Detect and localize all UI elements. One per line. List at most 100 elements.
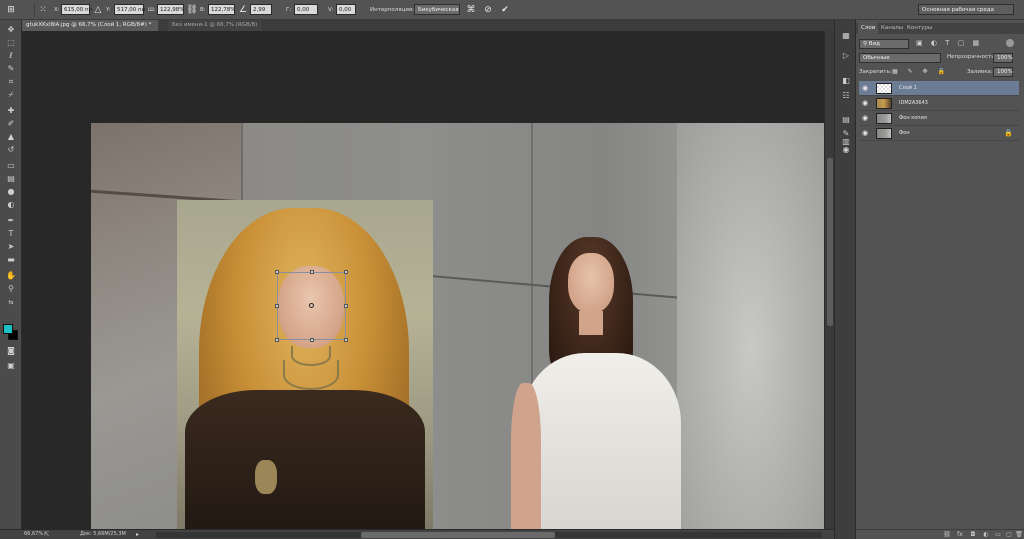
marquee-icon[interactable]: ⬚: [3, 37, 19, 49]
tab-channels[interactable]: Каналы: [878, 23, 906, 34]
fill-input[interactable]: 100%: [993, 67, 1013, 77]
woman-in-white-dress: [511, 233, 681, 529]
type-icon[interactable]: T: [3, 228, 19, 240]
canvas-area[interactable]: [22, 31, 824, 529]
layer-name[interactable]: IDM2A3643: [899, 96, 928, 111]
opacity-label: Непрозрачность:: [947, 54, 997, 60]
add-mask-icon[interactable]: ◘: [968, 531, 978, 538]
check-icon[interactable]: ✔: [498, 3, 512, 17]
shape-icon[interactable]: ▬: [3, 254, 19, 266]
export-icon[interactable]: ⇱: [44, 530, 49, 539]
tab-document-1[interactable]: gtukXKxI8iA.jpg @ 66,7% (Слой 1, RGB/8#)…: [22, 20, 158, 31]
reference-point-icon[interactable]: ⁙: [36, 3, 50, 17]
vertical-scroll-thumb[interactable]: [827, 158, 833, 326]
transform-handle[interactable]: [310, 270, 314, 274]
blend-mode-select[interactable]: Обычные: [859, 53, 941, 63]
brush-icon[interactable]: ✐: [3, 118, 19, 130]
blur-icon[interactable]: ●: [3, 186, 19, 198]
dark-blouse: [185, 390, 425, 529]
eye-icon[interactable]: ◉: [862, 84, 870, 92]
quick-mask-icon[interactable]: ◙: [3, 345, 19, 357]
screen-mode-icon[interactable]: ▣: [3, 360, 19, 372]
move-icon[interactable]: ✥: [3, 24, 19, 36]
filter-kind-select[interactable]: ⚲ Вид: [859, 39, 909, 49]
adjustment-layer-icon[interactable]: ◐: [981, 531, 991, 538]
quick-select-icon[interactable]: ✎: [3, 63, 19, 75]
vertical-scrollbar[interactable]: [824, 31, 834, 529]
eyedropper-icon[interactable]: ⌿: [3, 89, 19, 101]
y-input[interactable]: 517,00 пи: [114, 4, 145, 15]
eye-icon[interactable]: ◉: [862, 129, 870, 137]
workspace-select[interactable]: Основная рабочая среда: [918, 4, 1014, 15]
properties-panel-icon[interactable]: ☷: [839, 90, 853, 102]
stamp-icon[interactable]: ▲: [3, 131, 19, 143]
transform-handle[interactable]: [344, 304, 348, 308]
pen-icon[interactable]: ✒: [3, 215, 19, 227]
new-group-icon[interactable]: ▭: [993, 531, 1003, 538]
healing-icon[interactable]: ✚: [3, 105, 19, 117]
hand-icon[interactable]: ✋: [3, 270, 19, 282]
transform-handle[interactable]: [310, 338, 314, 342]
zoom-icon[interactable]: ⚲: [3, 283, 19, 295]
foreground-color-swatch[interactable]: [3, 324, 13, 334]
eraser-icon[interactable]: ▭: [3, 160, 19, 172]
transform-handle[interactable]: [275, 270, 279, 274]
layer-row[interactable]: ◉ IDM2A3643: [859, 96, 1019, 111]
character-panel-icon[interactable]: ◉: [839, 144, 853, 156]
lock-icons[interactable]: ▦ ✎ ✥ 🔒: [892, 68, 949, 75]
lasso-icon[interactable]: ℓ: [3, 50, 19, 62]
delete-layer-icon[interactable]: 🗑: [1014, 531, 1024, 538]
tab-document-2[interactable]: Без имени-1 @ 66,7% (RGB/8): [168, 20, 262, 31]
new-layer-icon[interactable]: ▢: [1004, 531, 1014, 538]
layer-name[interactable]: Слой 1: [899, 81, 917, 96]
gradient-icon[interactable]: ▤: [3, 173, 19, 185]
layer-name[interactable]: Фон: [899, 126, 910, 141]
warp-mode-icon[interactable]: ⌘: [464, 3, 478, 17]
filter-icons[interactable]: ▣ ◐ T ▢ ▦: [916, 39, 982, 47]
layer-name[interactable]: Фон копия: [899, 111, 927, 126]
zoom-level[interactable]: 66,67%: [24, 530, 43, 539]
angle-input[interactable]: 2,99: [250, 4, 272, 15]
link-layers-icon[interactable]: ⛓: [942, 531, 952, 538]
reference-point[interactable]: [309, 303, 314, 308]
eye-icon[interactable]: ◉: [862, 99, 870, 107]
adjustments-panel-icon[interactable]: ◧: [839, 75, 853, 87]
layer-row[interactable]: ◉ Фон копия: [859, 111, 1019, 126]
x-input[interactable]: 615,00 пи: [61, 4, 92, 15]
crop-icon[interactable]: ⌗: [3, 76, 19, 88]
history-panel-icon[interactable]: ▦: [839, 30, 853, 42]
tab-layers[interactable]: Слои: [858, 23, 879, 34]
horizontal-scroll-thumb[interactable]: [361, 532, 555, 538]
width-input[interactable]: 122,98%: [157, 4, 184, 15]
link-icon[interactable]: ⛓: [185, 3, 199, 17]
path-select-icon[interactable]: ➤: [3, 241, 19, 253]
interpolation-select[interactable]: Бикубическая: [414, 4, 460, 15]
height-input[interactable]: 122,78%: [208, 4, 235, 15]
cancel-icon[interactable]: ⊘: [481, 3, 495, 17]
layer-row[interactable]: ◉ Слой 1: [859, 81, 1019, 96]
layer-row[interactable]: ◉ Фон 🔒: [859, 126, 1019, 141]
transform-handle[interactable]: [344, 270, 348, 274]
placed-layer-photo[interactable]: [177, 200, 433, 529]
tab-paths[interactable]: Контуры: [904, 23, 935, 34]
status-menu-arrow-icon[interactable]: ▸: [136, 530, 139, 539]
transform-handle[interactable]: [275, 304, 279, 308]
swatches-panel-icon[interactable]: ▤: [839, 114, 853, 126]
delta-icon[interactable]: △: [91, 3, 105, 17]
transform-handle[interactable]: [344, 338, 348, 342]
h-skew-input[interactable]: 0,00: [294, 4, 318, 15]
horizontal-scrollbar[interactable]: [156, 532, 822, 538]
layer-style-icon[interactable]: fx: [955, 531, 965, 538]
transform-tool-preset-icon[interactable]: ⊞: [4, 3, 18, 17]
history-brush-icon[interactable]: ↺: [3, 144, 19, 156]
eye-icon[interactable]: ◉: [862, 114, 870, 122]
v-skew-input[interactable]: 0,00: [336, 4, 356, 15]
transform-handle[interactable]: [275, 338, 279, 342]
filter-toggle-icon[interactable]: [1006, 39, 1014, 47]
dodge-icon[interactable]: ◐: [3, 199, 19, 211]
actions-panel-icon[interactable]: ▷: [839, 50, 853, 62]
free-transform-box[interactable]: [275, 270, 348, 342]
opacity-input[interactable]: 100%: [993, 53, 1013, 63]
swap-colors-icon[interactable]: ⇆: [3, 297, 19, 309]
filter-kind-label: Вид: [868, 41, 880, 47]
